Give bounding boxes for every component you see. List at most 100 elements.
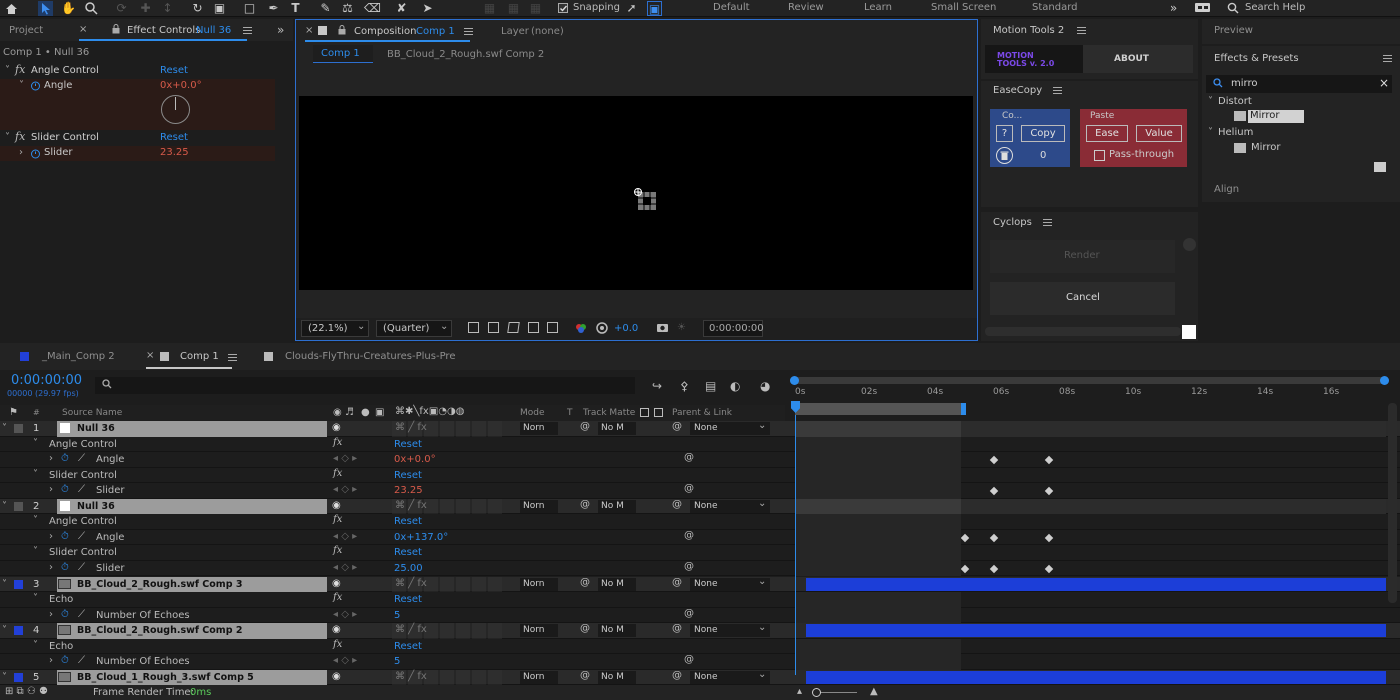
- blend-mode-dropdown[interactable]: Norn: [520, 624, 558, 638]
- keyframe[interactable]: [960, 564, 970, 574]
- keyframe[interactable]: [989, 486, 999, 496]
- parent-dropdown[interactable]: None ⌄: [690, 622, 770, 638]
- fx-icon[interactable]: fx: [15, 130, 25, 143]
- workspace-review[interactable]: Review: [788, 2, 824, 13]
- pickwhip-icon[interactable]: @: [580, 499, 590, 510]
- snap-target-icon[interactable]: ▣: [647, 1, 662, 16]
- property-row[interactable]: ˅ Echo fx Reset: [0, 638, 1400, 655]
- angle-value[interactable]: 0x+0.0°: [160, 80, 202, 91]
- collapse-icon[interactable]: ˅: [2, 625, 7, 636]
- workspace-learn[interactable]: Learn: [864, 2, 892, 13]
- copy-button[interactable]: Copy: [1021, 125, 1065, 142]
- snap-options-icon[interactable]: ➚: [624, 1, 639, 16]
- clone-stamp-icon[interactable]: ⚖: [340, 1, 355, 16]
- paste-ease-button[interactable]: Ease: [1086, 125, 1128, 142]
- panel-menu-icon[interactable]: [1043, 219, 1052, 226]
- fx-icon[interactable]: fx: [333, 639, 342, 650]
- work-area-bar[interactable]: [795, 403, 966, 415]
- layer-duration-bar[interactable]: [806, 577, 1386, 591]
- panel-menu-icon[interactable]: [1077, 27, 1086, 34]
- stopwatch-icon[interactable]: ⏱: [61, 531, 69, 542]
- close-tab-icon[interactable]: ×: [146, 350, 154, 361]
- view-axis-icon[interactable]: ▦: [528, 1, 543, 16]
- reset-exposure-icon[interactable]: [596, 322, 608, 334]
- layer-search-input[interactable]: [95, 377, 635, 394]
- layer-row[interactable]: ˅4BB_Cloud_2_Rough.swf Comp 2◉⌘ ╱ fxNorn…: [0, 622, 1400, 639]
- trash-icon[interactable]: [996, 147, 1013, 164]
- expand-icon[interactable]: ›: [49, 484, 53, 495]
- layer-name-cell[interactable]: BB_Cloud_1_Rough_3.swf Comp 5: [57, 669, 327, 686]
- time-ruler[interactable]: 0s 02s 04s 06s 08s 10s 12s 14s 16s: [790, 385, 1390, 401]
- vertical-scrollbar[interactable]: [1388, 403, 1397, 603]
- world-axis-icon[interactable]: ▦: [506, 1, 521, 16]
- clear-search-icon[interactable]: ×: [1379, 76, 1389, 90]
- keyframe[interactable]: [989, 533, 999, 543]
- parent-dropdown[interactable]: None ⌄: [690, 498, 770, 513]
- new-preset-icon[interactable]: [1374, 162, 1386, 172]
- zoom-tool-icon[interactable]: [84, 1, 99, 16]
- layer-name-cell[interactable]: BB_Cloud_2_Rough.swf Comp 3: [57, 576, 327, 593]
- paste-value-button[interactable]: Value: [1136, 125, 1182, 142]
- fx-icon[interactable]: fx: [333, 437, 342, 448]
- slider-value[interactable]: 23.25: [160, 147, 189, 158]
- workspace-default[interactable]: Default: [713, 2, 750, 13]
- eraser-tool-icon[interactable]: ⌫: [364, 1, 381, 16]
- expression-pickwhip-icon[interactable]: @: [684, 530, 694, 541]
- property-row[interactable]: ˅ Slider Control fx Reset: [0, 545, 1400, 561]
- property-row[interactable]: › ⏱ ⟋ Number Of Echoes ◂ ◇ ▸ 5 @: [0, 607, 1400, 624]
- property-row[interactable]: › ⏱ ⟋ Angle ◂ ◇ ▸ 0x+137.0° @: [0, 529, 1400, 546]
- close-tab-icon[interactable]: ×: [79, 24, 87, 35]
- workspace-standard[interactable]: Standard: [1032, 2, 1078, 13]
- angle-dial[interactable]: [161, 95, 190, 124]
- collapse-icon[interactable]: ˅: [33, 438, 38, 449]
- track-matte-dropdown[interactable]: No M: [598, 624, 636, 638]
- help-button[interactable]: ?: [996, 125, 1013, 142]
- tab-clouds-flythru[interactable]: Clouds-FlyThru-Creatures-Plus-Pre: [285, 351, 455, 362]
- property-row[interactable]: ˅ Slider Control fx Reset: [0, 467, 1400, 484]
- keyframe[interactable]: [1044, 455, 1054, 465]
- fx-icon[interactable]: fx: [15, 63, 25, 76]
- color-channels-icon[interactable]: [575, 322, 587, 334]
- layer-duration-bar[interactable]: [796, 421, 961, 437]
- breadcrumb-comp1[interactable]: Comp 1: [313, 45, 373, 63]
- current-timecode[interactable]: 0:00:00:00: [11, 373, 82, 388]
- angle-control-row[interactable]: ˅ fx Angle Control Reset: [0, 63, 293, 79]
- search-help-label[interactable]: Search Help: [1245, 2, 1305, 13]
- panel-menu-icon[interactable]: [1383, 55, 1392, 62]
- expression-pickwhip-icon[interactable]: @: [684, 654, 694, 665]
- transparency-grid-icon[interactable]: [488, 322, 499, 333]
- collapse-icon[interactable]: ˅: [5, 65, 10, 76]
- tab-composition[interactable]: Composition: [354, 26, 416, 37]
- label-color-swatch[interactable]: [14, 424, 23, 433]
- keyframe[interactable]: [989, 564, 999, 574]
- graph-icon[interactable]: ⟋: [78, 562, 85, 573]
- parent-dropdown[interactable]: None ⌄: [690, 576, 770, 591]
- pan-camera-icon[interactable]: ✚: [138, 1, 153, 16]
- property-value[interactable]: 25.00: [394, 563, 423, 574]
- expand-icon[interactable]: ›: [49, 453, 53, 464]
- tab-main-comp-2[interactable]: _Main_Comp 2: [42, 351, 115, 362]
- mirror-effect-selected[interactable]: Mirror: [1248, 110, 1304, 123]
- exposure-value[interactable]: +0.0: [614, 323, 638, 334]
- property-value[interactable]: 5: [394, 656, 400, 667]
- keyframe[interactable]: [1044, 486, 1054, 496]
- keyframe-navigator[interactable]: ◂ ◇ ▸: [333, 562, 357, 573]
- lock-icon[interactable]: [112, 24, 120, 34]
- work-area-navigator[interactable]: [790, 376, 1389, 385]
- fx-icon[interactable]: fx: [333, 545, 342, 556]
- graph-icon[interactable]: ⟋: [78, 484, 85, 495]
- tab-effect-controls[interactable]: Effect Controls: [127, 25, 200, 36]
- panel-menu-icon[interactable]: [243, 27, 252, 34]
- viewer-timecode[interactable]: 0:00:00:00: [703, 320, 764, 337]
- about-button[interactable]: ABOUT: [1083, 45, 1193, 73]
- expand-panels-icon[interactable]: »: [277, 23, 284, 37]
- reset-link[interactable]: Reset: [394, 547, 422, 558]
- pickwhip-icon[interactable]: @: [580, 577, 590, 588]
- blend-mode-dropdown[interactable]: Norn: [520, 499, 558, 513]
- property-row[interactable]: ˅ Angle Control fx Reset: [0, 514, 1400, 530]
- blend-mode-dropdown[interactable]: Norn: [520, 577, 558, 591]
- track-matte-dropdown[interactable]: No M: [598, 422, 636, 435]
- tab-comp-1[interactable]: Comp 1: [180, 351, 219, 362]
- show-snapshot-icon[interactable]: ☀: [677, 322, 686, 333]
- brush-tool-icon[interactable]: ✎: [318, 1, 333, 16]
